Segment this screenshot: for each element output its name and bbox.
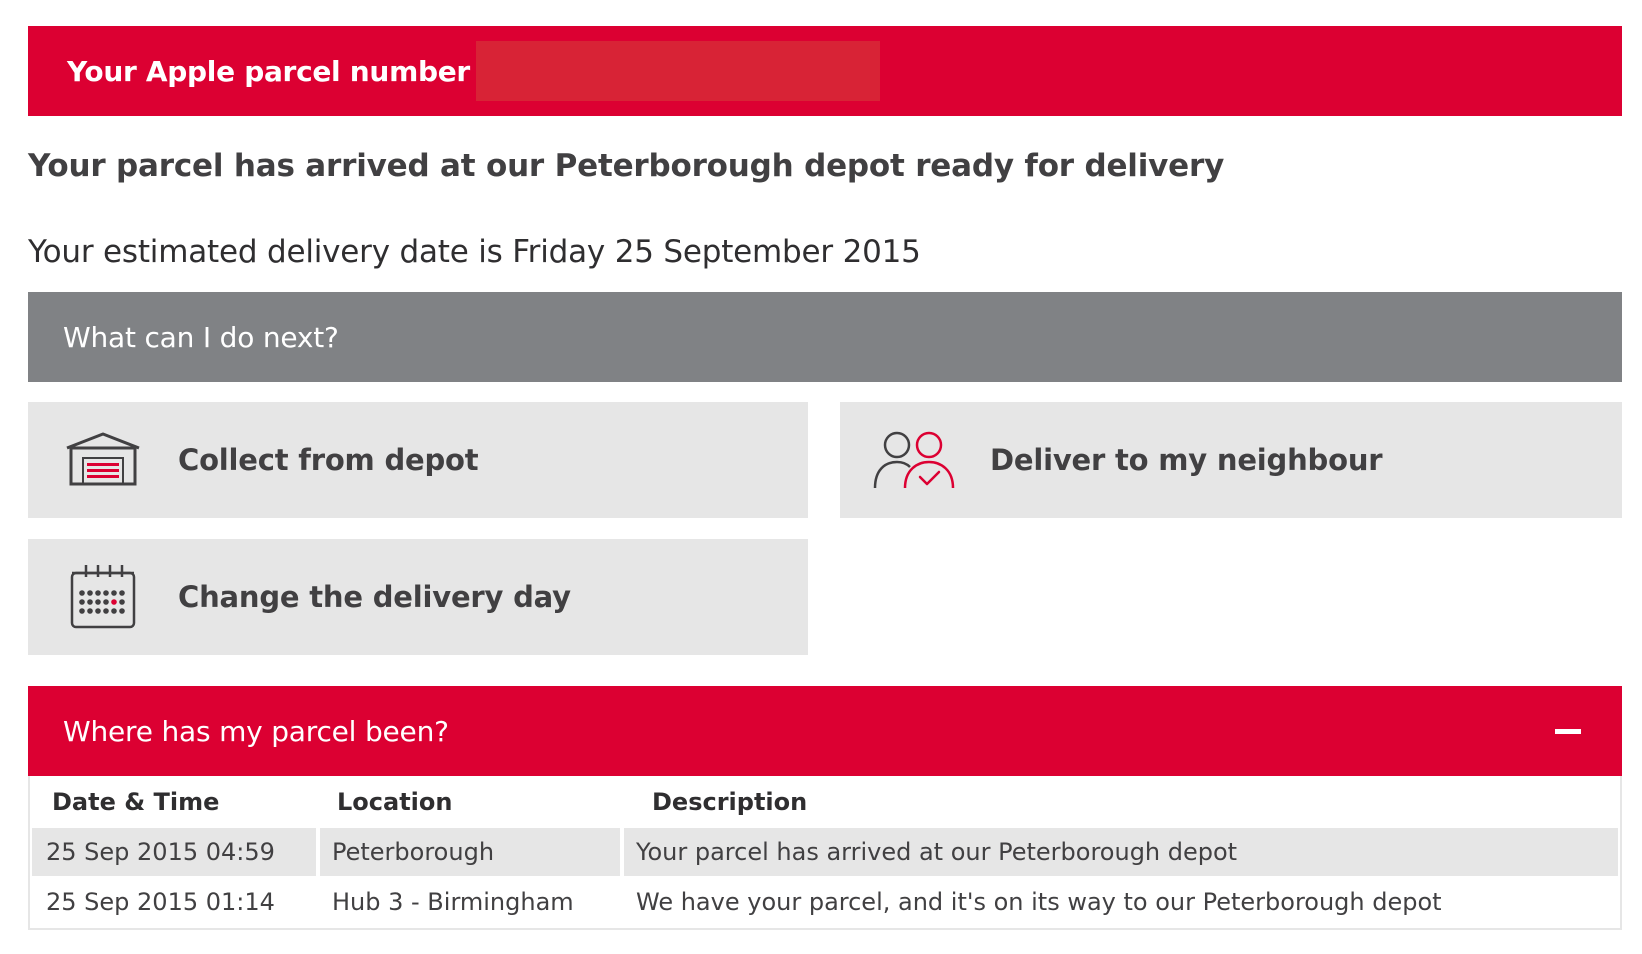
depot-icon: [28, 432, 178, 488]
parcel-history-table: Date & Time Location Description 25 Sep …: [28, 776, 1622, 930]
table-row: 25 Sep 2015 04:59 Peterborough Your parc…: [30, 828, 1620, 876]
status-message: Your parcel has arrived at our Peterboro…: [28, 148, 1225, 184]
parcel-number-header: Your Apple parcel number: [28, 26, 1622, 116]
collect-from-depot-label: Collect from depot: [178, 443, 479, 477]
column-header-description: Description: [652, 788, 808, 816]
deliver-to-neighbour-button[interactable]: Deliver to my neighbour: [840, 402, 1622, 518]
tracking-page: Your Apple parcel number Your parcel has…: [28, 26, 1622, 930]
row-description: Your parcel has arrived at our Peterboro…: [624, 828, 1618, 876]
table-header-row: Date & Time Location Description: [30, 776, 1620, 828]
change-delivery-day-button[interactable]: Change the delivery day: [28, 539, 808, 655]
deliver-to-neighbour-label: Deliver to my neighbour: [990, 443, 1383, 477]
estimated-delivery-date: Your estimated delivery date is Friday 2…: [28, 234, 921, 270]
parcel-history-title: Where has my parcel been?: [63, 714, 449, 748]
row-location: Peterborough: [320, 828, 620, 876]
next-steps-options: Collect from depot Deliver to my neighbo…: [28, 402, 1622, 686]
row-location: Hub 3 - Birmingham: [332, 888, 574, 916]
table-row: 25 Sep 2015 01:14 Hub 3 - Birmingham We …: [30, 876, 1620, 928]
parcel-number-redacted: [475, 41, 880, 101]
column-header-location: Location: [337, 788, 453, 816]
minus-icon[interactable]: [1548, 716, 1588, 746]
next-steps-title: What can I do next?: [63, 320, 339, 354]
change-delivery-day-label: Change the delivery day: [178, 580, 571, 614]
row-description: We have your parcel, and it's on its way…: [636, 888, 1442, 916]
next-steps-heading: What can I do next?: [28, 292, 1622, 382]
neighbour-icon: [840, 430, 990, 490]
row-datetime: 25 Sep 2015 01:14: [46, 888, 275, 916]
row-datetime: 25 Sep 2015 04:59: [32, 828, 316, 876]
parcel-history-heading[interactable]: Where has my parcel been?: [28, 686, 1622, 776]
collect-from-depot-button[interactable]: Collect from depot: [28, 402, 808, 518]
parcel-number-label: Your Apple parcel number: [67, 54, 470, 88]
column-header-datetime: Date & Time: [52, 788, 220, 816]
calendar-icon: [28, 563, 178, 631]
